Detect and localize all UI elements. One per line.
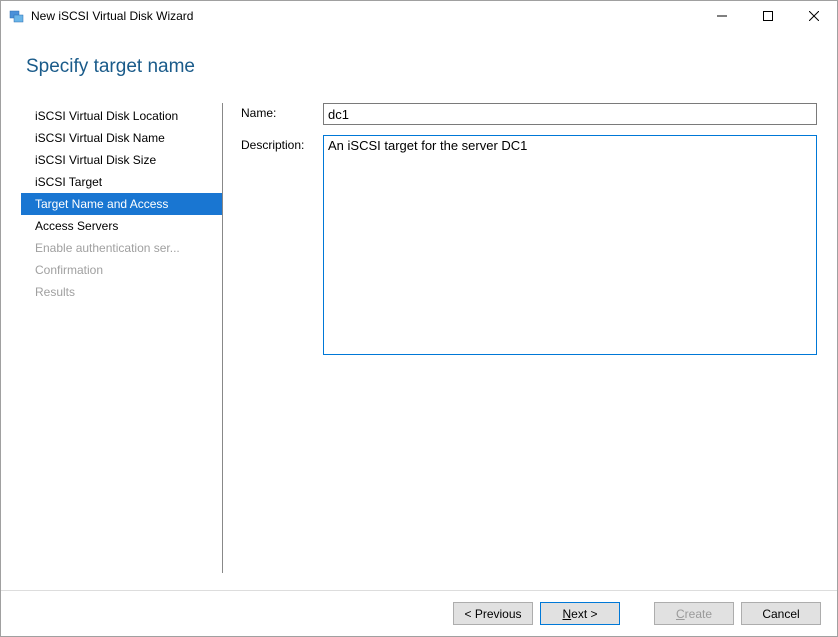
previous-button[interactable]: < Previous <box>453 602 533 625</box>
step-disk-size[interactable]: iSCSI Virtual Disk Size <box>21 149 222 171</box>
footer-bar: < Previous Next > Create Cancel <box>1 590 837 636</box>
title-bar: New iSCSI Virtual Disk Wizard <box>1 1 837 31</box>
step-iscsi-target[interactable]: iSCSI Target <box>21 171 222 193</box>
step-disk-name[interactable]: iSCSI Virtual Disk Name <box>21 127 222 149</box>
step-results: Results <box>21 281 222 303</box>
next-button[interactable]: Next > <box>540 602 620 625</box>
name-label: Name: <box>241 103 323 125</box>
wizard-steps: iSCSI Virtual Disk Location iSCSI Virtua… <box>21 103 223 573</box>
app-icon <box>9 8 25 24</box>
main-area: iSCSI Virtual Disk Location iSCSI Virtua… <box>1 103 837 573</box>
step-disk-location[interactable]: iSCSI Virtual Disk Location <box>21 105 222 127</box>
step-target-name-access[interactable]: Target Name and Access <box>21 193 222 215</box>
maximize-button[interactable] <box>745 1 791 31</box>
description-label: Description: <box>241 135 323 358</box>
minimize-button[interactable] <box>699 1 745 31</box>
description-input[interactable] <box>323 135 817 355</box>
step-access-servers[interactable]: Access Servers <box>21 215 222 237</box>
close-button[interactable] <box>791 1 837 31</box>
step-confirmation: Confirmation <box>21 259 222 281</box>
page-title: Specify target name <box>26 56 812 78</box>
cancel-button[interactable]: Cancel <box>741 602 821 625</box>
window-title: New iSCSI Virtual Disk Wizard <box>31 9 699 23</box>
window-controls <box>699 1 837 31</box>
content-header: Specify target name <box>1 31 837 103</box>
name-input[interactable] <box>323 103 817 125</box>
create-button: Create <box>654 602 734 625</box>
step-enable-authentication: Enable authentication ser... <box>21 237 222 259</box>
form-area: Name: Description: <box>223 103 817 573</box>
